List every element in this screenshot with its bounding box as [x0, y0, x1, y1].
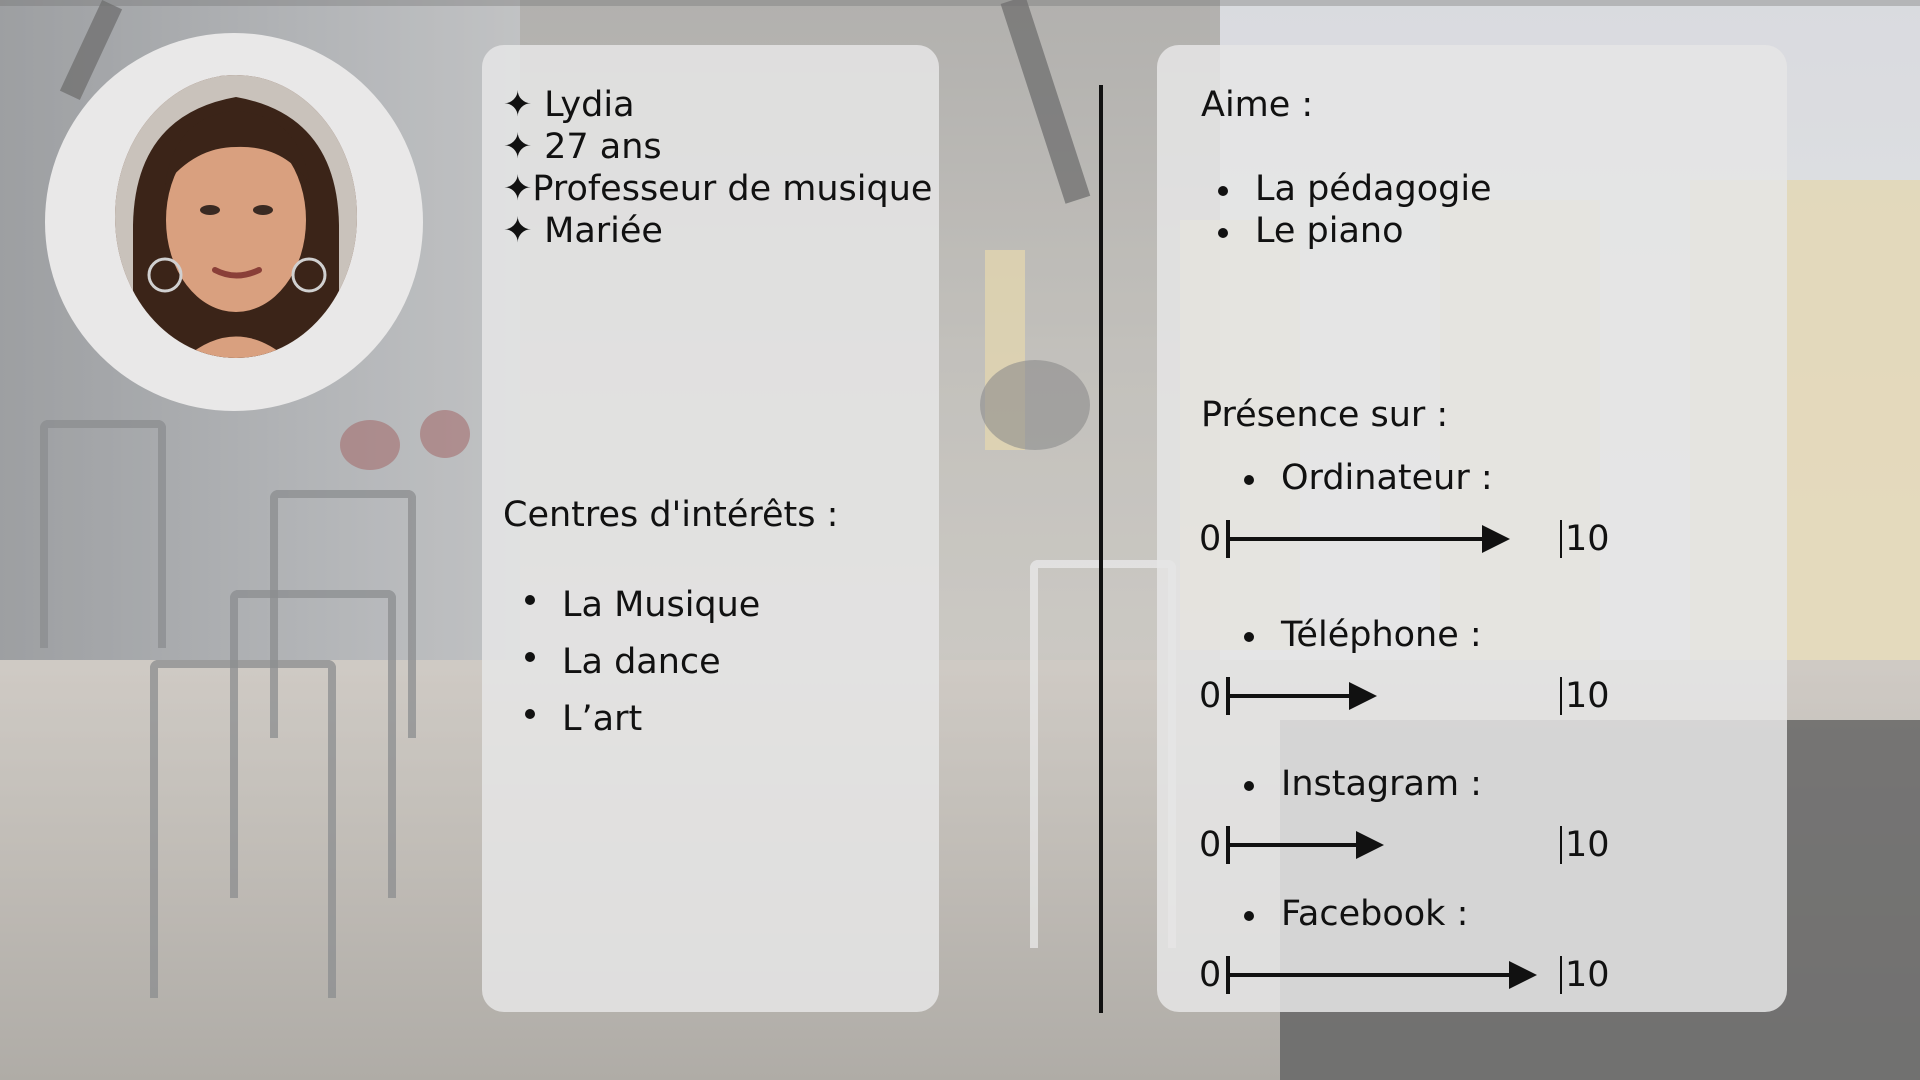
likes-title: Aime :: [1201, 85, 1314, 125]
presence-label: Ordinateur :: [1229, 457, 1493, 499]
presence-label: Instagram :: [1229, 763, 1482, 805]
presence-item: Ordinateur :: [1229, 457, 1493, 499]
profile-job: Professeur de musique: [532, 169, 933, 209]
profile-status: Mariée: [544, 211, 663, 251]
list-item: La pédagogie: [1203, 168, 1492, 210]
presence-scale: 0 10: [1199, 518, 1619, 560]
scale-min-label: 0: [1199, 955, 1222, 995]
scale-min-label: 0: [1199, 519, 1222, 559]
presence-level-arrow: [1228, 694, 1352, 698]
four-pointed-star-icon: ✦: [503, 211, 533, 251]
arrow-head-icon: [1356, 831, 1385, 859]
four-pointed-star-icon: ✦: [503, 169, 533, 209]
four-pointed-star-icon: ✦: [503, 127, 533, 167]
list-item: L’art: [510, 691, 760, 748]
profile-name: Lydia: [544, 85, 635, 125]
woman-portrait-icon: [115, 75, 357, 358]
presence-scale: 0 10: [1199, 954, 1619, 996]
presence-item: Téléphone :: [1229, 614, 1482, 656]
profile-status-row: ✦ Mariée: [503, 210, 663, 252]
profile-age-row: ✦ 27 ans: [503, 126, 662, 168]
presence-item: Instagram :: [1229, 763, 1482, 805]
four-pointed-star-icon: ✦: [503, 85, 533, 125]
interests-title: Centres d'intérêts :: [503, 495, 839, 535]
scale-max-label: 10: [1565, 676, 1610, 716]
list-item: La Musique: [510, 577, 760, 634]
presence-label: Facebook :: [1229, 893, 1468, 935]
scale-max-label: 10: [1565, 955, 1610, 995]
arrow-head-icon: [1482, 525, 1511, 553]
scale-min-label: 0: [1199, 825, 1222, 865]
arrow-head-icon: [1349, 682, 1378, 710]
likes-list: La pédagogie Le piano: [1203, 168, 1492, 252]
profile-age: 27 ans: [544, 127, 662, 167]
interests-list: La Musique La dance L’art: [510, 577, 760, 748]
arrow-head-icon: [1508, 961, 1537, 989]
presence-scale: 0 10: [1199, 824, 1619, 866]
list-item: La dance: [510, 634, 760, 691]
scale-min-label: 0: [1199, 676, 1222, 716]
list-item: Le piano: [1203, 210, 1492, 252]
scale-max-label: 10: [1565, 519, 1610, 559]
presence-label: Téléphone :: [1229, 614, 1482, 656]
presence-level-arrow: [1228, 537, 1485, 541]
scale-max-label: 10: [1565, 825, 1610, 865]
presence-title: Présence sur :: [1201, 395, 1449, 435]
profile-photo: [115, 75, 357, 358]
presence-level-arrow: [1228, 973, 1511, 977]
presence-scale: 0 10: [1199, 675, 1619, 717]
profile-name-row: ✦ Lydia: [503, 84, 635, 126]
vertical-divider: [1099, 85, 1103, 1013]
presence-item: Facebook :: [1229, 893, 1468, 935]
presence-level-arrow: [1228, 843, 1359, 847]
profile-job-row: ✦Professeur de musique: [503, 168, 932, 210]
